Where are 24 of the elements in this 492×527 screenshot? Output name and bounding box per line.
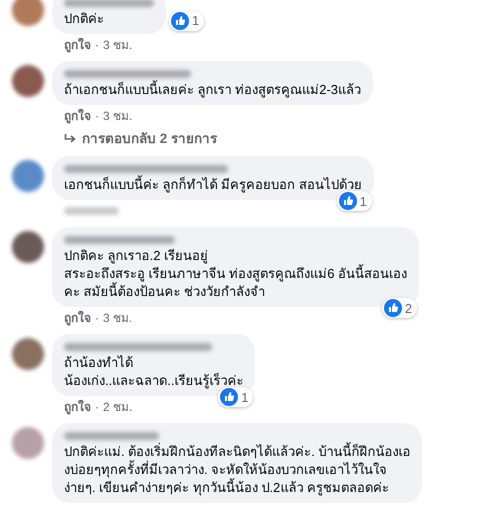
- reaction-badge[interactable]: 2: [382, 298, 418, 318]
- like-link[interactable]: ถูกใจ: [64, 36, 91, 54]
- separator-dot: ·: [95, 108, 99, 125]
- comment-text: ปกติค่ะ: [64, 10, 105, 28]
- separator-dot: ·: [95, 310, 99, 328]
- comment-text: ปกติค่ะแม่. ต้องเริ่มฝึกน้องทีละนิดๆได้แล้วค่ะ. บ้านนี้ก็ฝึกน้องเอ งบ่อยๆทุกครั้งที่มีเวลาว่าง. จะหัดให้น้องบวกเลขเอาไว้ในใจ ง่ายๆ. เขียนคำง่ายๆค่ะ ทุกวันนี้น้อง ป.2แล้ว ครูชมตลอดค่ะ: [64, 443, 410, 498]
- separator-dot: ·: [95, 399, 99, 416]
- reaction-badge[interactable]: 1: [336, 191, 372, 212]
- like-link[interactable]: ถูกใจ: [64, 398, 91, 416]
- comment-time: 2 ชม.: [103, 399, 132, 416]
- comment-time: 3 ชม.: [103, 37, 132, 54]
- reaction-count: 1: [241, 388, 248, 406]
- separator-dot: ·: [95, 37, 99, 54]
- like-link[interactable]: ถูกใจ: [64, 309, 91, 328]
- replies-link[interactable]: การตอบกลับ 2 รายการ: [52, 129, 218, 150]
- reaction-badge[interactable]: 1: [169, 11, 204, 31]
- reaction-badge[interactable]: 1: [218, 387, 254, 408]
- comment-time: 3 ชม.: [103, 310, 132, 328]
- comment-text: ถ้าเอกชนก็แบบนี้เลยค่ะ ลูกเรา ท่องสูตรคูณแม่2-3แล้ว: [64, 81, 362, 99]
- reaction-count: 1: [192, 12, 200, 30]
- like-link[interactable]: ถูกใจ: [64, 107, 91, 125]
- comment-time: 3 ชม.: [103, 108, 132, 125]
- reaction-count: 2: [404, 300, 412, 318]
- reaction-count: 1: [360, 192, 367, 210]
